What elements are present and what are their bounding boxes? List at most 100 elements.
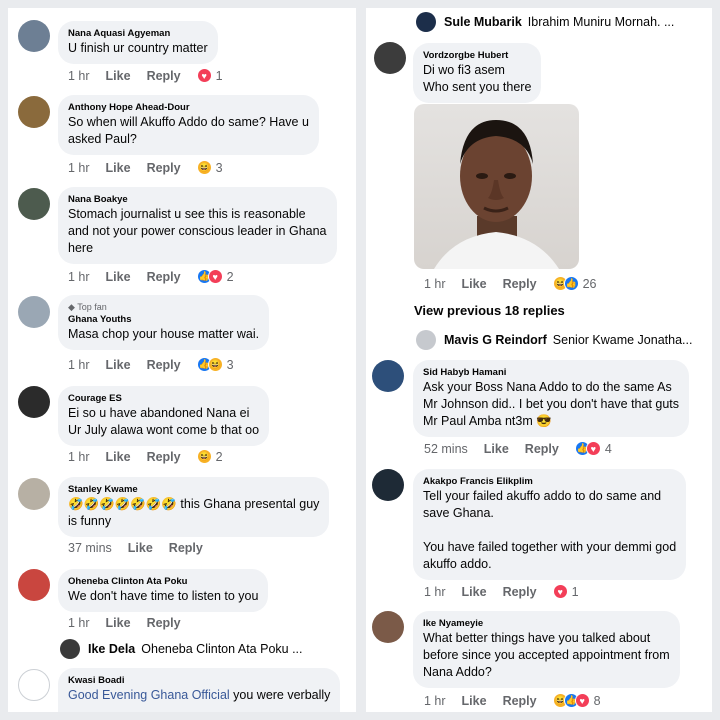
reply-snippet: Oheneba Clinton Ata Poku ... <box>141 642 303 656</box>
reaction-count: 26 <box>582 276 597 291</box>
reply-preview[interactable]: Ike Dela Oheneba Clinton Ata Poku ... <box>60 639 302 659</box>
reply-button[interactable]: Reply <box>147 450 181 464</box>
avatar <box>416 330 436 350</box>
reaction-summary[interactable]: ♥ 1 <box>196 68 223 83</box>
comment-time[interactable]: 1 hr <box>68 616 90 630</box>
comment-author[interactable]: Ghana Youths <box>68 313 259 326</box>
comment-author[interactable]: Sid Habyb Hamani <box>423 366 679 379</box>
comment-time[interactable]: 1 hr <box>68 161 90 175</box>
comment-author[interactable]: Nana Aquasi Agyeman <box>68 27 208 40</box>
comment-text: Masa chop your house matter wai. <box>68 327 260 341</box>
comment-text: Di wo fi3 asem Who sent you there <box>423 63 532 94</box>
love-reaction-icon: ♥ <box>196 68 212 83</box>
comment-bubble: Anthony Hope Ahead-Dour So when will Aku… <box>58 95 319 155</box>
comment-actions: 1 hr Like Reply ♥ 1 <box>68 68 223 83</box>
left-comment-column: Nana Aquasi Agyeman U finish ur country … <box>8 8 356 712</box>
comment-text: Stomach journalist u see this is reasona… <box>68 207 327 255</box>
avatar[interactable] <box>372 469 404 501</box>
comment-time[interactable]: 37 mins <box>68 541 112 555</box>
like-button[interactable]: Like <box>106 358 131 372</box>
comment-author[interactable]: Stanley Kwame <box>68 483 319 496</box>
reply-button[interactable]: Reply <box>147 69 181 83</box>
like-button[interactable]: Like <box>484 442 509 456</box>
comment-time[interactable]: 1 hr <box>424 694 446 708</box>
like-button[interactable]: Like <box>128 541 153 555</box>
comment-actions: 1 hr Like Reply <box>68 616 197 630</box>
reaction-summary[interactable]: 👍 ♥ 2 <box>196 269 234 284</box>
avatar[interactable] <box>372 611 404 643</box>
comment-bubble: ◆ Top fan Ghana Youths Masa chop your ho… <box>58 295 270 350</box>
reply-button[interactable]: Reply <box>147 358 181 372</box>
reply-button[interactable]: Reply <box>525 442 559 456</box>
comment-photo[interactable] <box>414 104 579 269</box>
reaction-summary[interactable]: 😆 2 <box>196 449 223 464</box>
haha-reaction-icon: 😆 <box>196 160 212 175</box>
view-previous-replies-link[interactable]: View previous 18 replies <box>414 303 565 318</box>
comment-text: you were verbally <box>229 688 331 702</box>
comment-author[interactable]: Vordzorgbe Hubert <box>423 49 531 62</box>
reply-button[interactable]: Reply <box>169 541 203 555</box>
like-button[interactable]: Like <box>462 694 487 708</box>
comment-author[interactable]: Anthony Hope Ahead-Dour <box>68 101 309 114</box>
comment-author[interactable]: Ike Nyameyie <box>423 617 670 630</box>
comment-actions: 1 hr Like Reply 😆 👍 26 <box>424 276 597 291</box>
comment-actions: 52 mins Like Reply 👍 ♥ 4 <box>424 441 612 456</box>
avatar[interactable] <box>18 386 50 418</box>
reply-button[interactable]: Reply <box>147 616 181 630</box>
avatar[interactable] <box>18 669 50 701</box>
mention-link[interactable]: Good Evening Ghana Official <box>68 688 230 702</box>
reaction-summary[interactable]: 👍 ♥ 4 <box>574 441 612 456</box>
avatar[interactable] <box>18 296 50 328</box>
like-button[interactable]: Like <box>462 585 487 599</box>
comment-author[interactable]: Courage ES <box>68 392 259 405</box>
reaction-summary[interactable]: 😆 3 <box>196 160 223 175</box>
comment-time[interactable]: 1 hr <box>68 270 90 284</box>
like-button[interactable]: Like <box>462 277 487 291</box>
like-button[interactable]: Like <box>106 616 131 630</box>
comment-actions: 1 hr Like Reply 👍 ♥ 2 <box>68 269 234 284</box>
comment-bubble: Vordzorgbe Hubert Di wo fi3 asem Who sen… <box>413 43 542 103</box>
comment-actions: 1 hr Like Reply 👍 😆 3 <box>68 357 234 372</box>
like-button[interactable]: Like <box>106 450 131 464</box>
comment-actions: 37 mins Like Reply <box>68 541 219 555</box>
avatar[interactable] <box>18 96 50 128</box>
avatar[interactable] <box>18 569 50 601</box>
comment-time[interactable]: 52 mins <box>424 442 468 456</box>
reply-button[interactable]: Reply <box>503 694 537 708</box>
comment-author[interactable]: Akakpo Francis Elikplim <box>423 475 676 488</box>
avatar[interactable] <box>374 42 406 74</box>
comment-time[interactable]: 1 hr <box>68 358 90 372</box>
like-button[interactable]: Like <box>106 161 131 175</box>
comment-bubble: Ike Nyameyie What better things have you… <box>413 611 680 688</box>
reply-preview[interactable]: Mavis G Reindorf Senior Kwame Jonatha... <box>416 330 692 350</box>
reply-button[interactable]: Reply <box>147 161 181 175</box>
avatar[interactable] <box>18 478 50 510</box>
comment-time[interactable]: 1 hr <box>424 585 446 599</box>
comment-time[interactable]: 1 hr <box>68 450 90 464</box>
comment-author[interactable]: Kwasi Boadi <box>68 674 330 687</box>
like-button[interactable]: Like <box>106 270 131 284</box>
reaction-summary[interactable]: ♥ 1 <box>552 584 579 599</box>
comment-time[interactable]: 1 hr <box>68 69 90 83</box>
haha-reaction-icon: 😆 <box>196 449 212 464</box>
reaction-summary[interactable]: 😆 👍 ♥ 8 <box>552 693 601 708</box>
comment-bubble: Stanley Kwame 🤣🤣🤣🤣🤣🤣🤣 this Ghana present… <box>58 477 330 537</box>
comment-author[interactable]: Oheneba Clinton Ata Poku <box>68 575 258 588</box>
comment-author[interactable]: Nana Boakye <box>68 193 327 206</box>
comment-actions: 1 hr Like Reply 😆 👍 ♥ 8 <box>424 693 601 708</box>
comment-time[interactable]: 1 hr <box>424 277 446 291</box>
avatar[interactable] <box>372 360 404 392</box>
avatar[interactable] <box>18 188 50 220</box>
reply-snippet: Senior Kwame Jonatha... <box>552 333 693 347</box>
reply-author: Mavis G Reindorf <box>444 333 547 347</box>
reaction-summary[interactable]: 😆 👍 26 <box>552 276 597 291</box>
reply-button[interactable]: Reply <box>147 270 181 284</box>
reaction-summary[interactable]: 👍 😆 3 <box>196 357 234 372</box>
avatar[interactable] <box>18 20 50 52</box>
reply-button[interactable]: Reply <box>503 585 537 599</box>
reply-preview[interactable]: Sule Mubarik Ibrahim Muniru Mornah. ... <box>416 12 674 32</box>
reaction-count: 2 <box>215 449 223 464</box>
like-button[interactable]: Like <box>106 69 131 83</box>
reaction-count: 4 <box>604 441 612 456</box>
reply-button[interactable]: Reply <box>503 277 537 291</box>
